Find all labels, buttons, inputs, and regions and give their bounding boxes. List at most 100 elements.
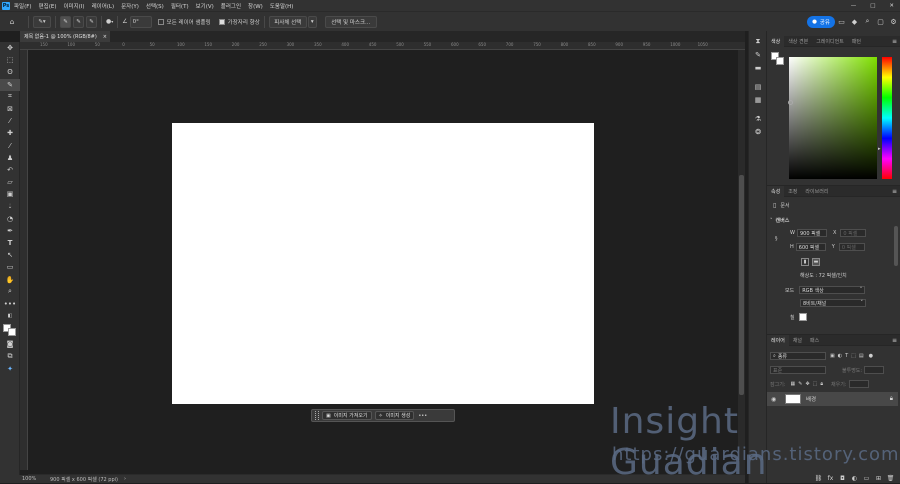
document-canvas[interactable]	[172, 123, 594, 404]
home-icon[interactable]: ⌂	[0, 15, 24, 27]
tab-patterns[interactable]: 패턴	[848, 36, 865, 47]
brush-size-picker[interactable]: ● ▾	[106, 18, 113, 25]
tab-properties[interactable]: 속성	[767, 185, 785, 197]
tab-color[interactable]: 색상	[767, 35, 785, 47]
y-input[interactable]: 0 픽셀	[838, 243, 865, 251]
opacity-input[interactable]	[864, 366, 885, 374]
menu-help[interactable]: 도움말(H)	[270, 2, 294, 10]
pen-tool-icon[interactable]: ✒	[0, 225, 20, 237]
more-tools-icon[interactable]: •••	[0, 298, 20, 310]
lock-artboard-icon[interactable]: ⬚	[813, 381, 818, 387]
lock-all-icon[interactable]: 🔒︎	[820, 381, 823, 387]
menu-edit[interactable]: 편집(E)	[39, 2, 57, 10]
sample-all-layers-checkbox[interactable]	[157, 18, 164, 25]
default-colors-icon[interactable]: ◧	[0, 310, 20, 322]
layer-kind-filter[interactable]: ⌕ 종류	[770, 352, 826, 360]
menu-view[interactable]: 보기(V)	[196, 2, 214, 10]
comments-icon[interactable]: ▬	[749, 61, 767, 74]
saturation-brightness-field[interactable]	[789, 57, 877, 179]
eraser-tool-icon[interactable]: ▱	[0, 176, 20, 188]
zoom-level[interactable]: 100%	[22, 476, 50, 482]
background-swatch[interactable]	[776, 57, 784, 65]
x-input[interactable]: 0 픽셀	[840, 229, 867, 237]
landscape-orientation-button[interactable]: ▬	[812, 258, 820, 266]
type-tool-icon[interactable]: T	[0, 237, 20, 249]
mode-select[interactable]: RGB 색상 ˅	[799, 286, 866, 294]
portrait-orientation-button[interactable]: ▮	[801, 258, 809, 266]
new-selection-icon[interactable]: ✎	[60, 15, 71, 28]
menu-window[interactable]: 창(W)	[248, 2, 263, 10]
dodge-tool-icon[interactable]: ◔	[0, 213, 20, 225]
close-window-button[interactable]: ✕	[889, 3, 894, 9]
screen-mode-icon[interactable]: ⧉	[0, 351, 20, 363]
quick-mask-icon[interactable]: ◙	[0, 338, 20, 350]
tab-gradients[interactable]: 그레이디언트	[812, 36, 848, 47]
chevron-right-icon[interactable]: ›	[124, 476, 126, 482]
color-swatches-icon[interactable]	[0, 322, 20, 338]
tab-paths[interactable]: 패스	[806, 335, 823, 346]
filter-pixel-icon[interactable]: ▣	[830, 353, 835, 359]
eyedropper-tool-icon[interactable]: ⁄	[0, 115, 20, 127]
hand-tool-icon[interactable]: ✋	[0, 274, 20, 286]
libraries-icon[interactable]: ▤	[749, 80, 767, 93]
lock-position-icon[interactable]: ✥	[805, 381, 809, 387]
more-options-button[interactable]: •••	[418, 413, 427, 419]
search-icon[interactable]: ⌕	[861, 15, 874, 27]
panel-menu-icon[interactable]: ≡	[892, 38, 897, 45]
history-brush-tool-icon[interactable]: ↶	[0, 164, 20, 176]
menu-file[interactable]: 파일(F)	[14, 2, 32, 10]
layer-fill-input[interactable]	[848, 380, 869, 388]
menu-plugins[interactable]: 플러그인	[221, 2, 241, 10]
bit-depth-select[interactable]: 8비트/채널 ˅	[800, 299, 866, 307]
clone-stamp-tool-icon[interactable]: ♟	[0, 152, 20, 164]
menu-select[interactable]: 선택(S)	[146, 2, 164, 10]
menu-type[interactable]: 문자(Y)	[121, 2, 139, 10]
tool-preset-picker[interactable]: ✎▾	[33, 15, 51, 28]
tab-libraries[interactable]: 라이브러리	[801, 186, 832, 197]
path-selection-tool-icon[interactable]: ↖	[0, 249, 20, 261]
brush-tool-icon[interactable]: ⁄	[0, 140, 20, 152]
menu-filter[interactable]: 필터(T)	[171, 2, 189, 10]
generate-image-button[interactable]: ✧ 이미지 생성	[374, 411, 415, 420]
enhance-edge-checkbox[interactable]	[218, 18, 225, 25]
healing-brush-tool-icon[interactable]: ✚	[0, 127, 20, 139]
workspace-icon[interactable]: ▢	[874, 15, 887, 27]
select-subject-button[interactable]: 피사체 선택	[268, 15, 307, 28]
canvas-section-header[interactable]: ˅ 캔버스	[770, 217, 789, 225]
tab-adjustments[interactable]: 조정	[784, 186, 801, 197]
blur-tool-icon[interactable]: 💧︎	[0, 200, 20, 212]
filter-shape-icon[interactable]: ⬚	[851, 353, 856, 359]
close-tab-icon[interactable]: ×	[103, 34, 107, 40]
select-and-mask-button[interactable]: 선택 및 마스크...	[324, 15, 377, 28]
color-picker-marker[interactable]	[788, 100, 793, 105]
tab-channels[interactable]: 채널	[789, 335, 806, 346]
lock-image-icon[interactable]: ✎	[798, 381, 802, 387]
menu-image[interactable]: 이미지(I)	[63, 2, 84, 10]
height-input[interactable]: 600 픽셀	[795, 243, 826, 251]
filter-smart-object-icon[interactable]: ▤	[859, 353, 864, 359]
link-dimensions-icon[interactable]: §	[775, 236, 778, 242]
gradient-tool-icon[interactable]: ▣	[0, 188, 20, 200]
hue-slider[interactable]	[882, 57, 892, 179]
tab-layers[interactable]: 레이어	[767, 334, 789, 346]
fill-swatch[interactable]	[798, 313, 807, 321]
notifications-icon[interactable]: ◆	[848, 15, 861, 27]
width-input[interactable]: 900 픽셀	[796, 229, 827, 237]
zoom-tool-icon[interactable]: ⌕	[0, 286, 20, 298]
document-tab[interactable]: 제목 없음-1 @ 100% (RGB/8#) ×	[20, 31, 110, 42]
properties-scrollbar[interactable]	[894, 226, 898, 266]
marquee-tool-icon[interactable]: ⬚	[0, 54, 20, 66]
notes-icon[interactable]: ▦	[749, 93, 767, 106]
maximize-button[interactable]: □	[870, 3, 875, 9]
blend-mode-select[interactable]: 표준	[770, 366, 826, 374]
frame-tool-icon[interactable]: ⊠	[0, 103, 20, 115]
history-icon[interactable]: ⧗	[749, 35, 767, 48]
minimize-button[interactable]: —	[851, 3, 857, 9]
menu-layer[interactable]: 레이어(L)	[92, 2, 115, 10]
quick-selection-tool-icon[interactable]: ✎	[0, 78, 20, 91]
lasso-tool-icon[interactable]: ʘ	[0, 66, 20, 78]
actions-icon[interactable]: ⚗	[749, 112, 767, 125]
drag-handle-icon[interactable]	[315, 411, 319, 420]
rectangle-tool-icon[interactable]: ▭	[0, 261, 20, 273]
panel-menu-icon[interactable]: ≡	[892, 188, 897, 195]
